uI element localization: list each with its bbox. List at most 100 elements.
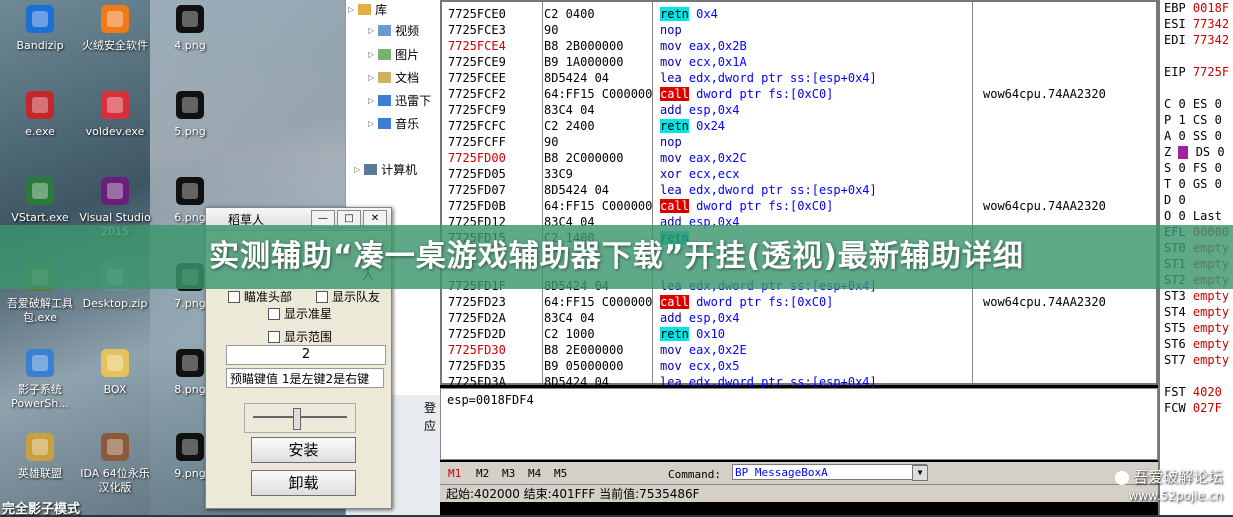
desktop-icon[interactable]: voldev.exe — [75, 88, 155, 139]
code-line[interactable]: 7725FCEE 8D5424 04 lea edx,dword ptr ss:[e… — [448, 70, 1148, 86]
code-line[interactable]: 7725FCF2 64:FF15 C000000 call dword ptr fs… — [448, 86, 1148, 102]
code-operands: ecx,0x1A — [681, 55, 747, 69]
code-line[interactable]: 7725FD07 8D5424 04 lea edx,dword ptr ss:[e… — [448, 182, 1148, 198]
code-line[interactable]: 7725FCE4 B8 2B000000 mov eax,0x2B — [448, 38, 1148, 54]
code-line[interactable]: 7725FD00 B8 2C000000 mov eax,0x2C — [448, 150, 1148, 166]
code-line[interactable]: 7725FCE0 C2 0400 retn 0x4 — [448, 6, 1148, 22]
value-field[interactable]: 2 — [226, 345, 386, 365]
desktop-icon[interactable]: BOX — [75, 346, 155, 397]
register-row[interactable]: T 0 GS 0 — [1164, 176, 1222, 192]
code-line[interactable]: 7725FD05 33C9 xor ecx,ecx — [448, 166, 1148, 182]
code-mnemonic: mov — [660, 359, 682, 373]
code-operands: eax,0x2C — [681, 151, 747, 165]
desktop-icon[interactable]: 火绒安全软件 — [75, 2, 155, 53]
register-row[interactable]: O 0 Last — [1164, 208, 1222, 224]
register-row[interactable]: C 0 ES 0 — [1164, 96, 1222, 112]
code-line[interactable]: 7725FCE9 B9 1A000000 mov ecx,0x1A — [448, 54, 1148, 70]
tab-m2[interactable]: M2 — [476, 467, 489, 480]
desktop-icon[interactable]: e.exe — [0, 88, 80, 139]
register-name: A 0 — [1164, 129, 1186, 143]
code-line[interactable]: 7725FD0B 64:FF15 C000000 call dword ptr fs… — [448, 198, 1148, 214]
register-row[interactable]: EDI 77342 — [1164, 32, 1229, 48]
code-operands: eax,0x2E — [681, 343, 747, 357]
tab-m1[interactable]: M1 — [448, 467, 461, 480]
code-hex: C2 2400 — [544, 119, 595, 133]
explorer-item[interactable]: ▷ 计算机 — [354, 161, 417, 178]
register-row[interactable]: S 0 FS 0 — [1164, 160, 1222, 176]
desktop-icon[interactable]: 影子系统 PowerSh... — [0, 346, 80, 411]
register-row[interactable]: ST6 empty — [1164, 336, 1229, 352]
slider-thumb[interactable] — [293, 408, 301, 430]
code-mnemonic: mov — [660, 343, 682, 357]
explorer-item[interactable]: ▷ 视频 — [368, 22, 419, 39]
register-name: S 0 — [1164, 161, 1186, 175]
code-line[interactable]: 7725FCFC C2 2400 retn 0x24 — [448, 118, 1148, 134]
desktop-icon[interactable]: 5.png — [150, 88, 230, 139]
code-line[interactable]: 7725FCFF 90 nop — [448, 134, 1148, 150]
install-button[interactable]: 安装 — [251, 437, 356, 463]
command-input[interactable]: BP MessageBoxA — [732, 464, 927, 480]
command-bar: M1 M2 M3 M4 M5 Command: BP MessageBoxA ▼ — [440, 462, 1158, 484]
code-hex: B9 1A000000 — [544, 55, 624, 69]
title-banner: 实测辅助“凑一桌游戏辅助器下载”开挂(透视)最新辅助详细 — [0, 225, 1233, 289]
code-line[interactable]: 7725FD2A 83C4 04 add esp,0x4 — [448, 310, 1148, 326]
register-row[interactable]: EIP 7725F — [1164, 64, 1229, 80]
code-operands: edx,dword ptr ss:[esp+0x4] — [681, 71, 877, 85]
register-row[interactable]: ST5 empty — [1164, 320, 1229, 336]
code-mnemonic: call — [660, 87, 689, 101]
aim-head-checkbox[interactable]: 瞄准头部 — [228, 288, 292, 305]
app-icon — [98, 346, 132, 380]
register-row[interactable]: EBP 0018F — [1164, 0, 1229, 16]
code-mnemonic: retn — [660, 327, 689, 341]
code-operands: eax,0x2B — [681, 39, 747, 53]
explorer-item[interactable]: ▷ 迅雷下 — [368, 92, 431, 109]
code-line[interactable]: 7725FD30 B8 2E000000 mov eax,0x2E — [448, 342, 1148, 358]
register-row[interactable]: Z DS 0 — [1164, 144, 1225, 160]
desktop-icon[interactable]: VStart.exe — [0, 174, 80, 225]
range-slider[interactable] — [244, 403, 356, 433]
desktop-icon-label: 吾爱破解工具包.exe — [7, 297, 73, 324]
register-row[interactable]: FCW 027F — [1164, 400, 1222, 416]
register-row[interactable]: ST4 empty — [1164, 304, 1229, 320]
desktop-icon[interactable]: Bandizip — [0, 2, 80, 53]
register-row[interactable]: ST3 empty — [1164, 288, 1229, 304]
register-name: FST — [1164, 385, 1186, 399]
tab-m3[interactable]: M3 — [502, 467, 515, 480]
show-range-checkbox[interactable]: 显示范围 — [268, 328, 332, 345]
explorer-item[interactable]: ▷ 图片 — [368, 46, 419, 63]
explorer-item[interactable]: ▷ 库 — [348, 1, 387, 18]
code-line[interactable]: 7725FD35 B9 05000000 mov ecx,0x5 — [448, 358, 1148, 374]
code-line[interactable]: 7725FCF9 83C4 04 add esp,0x4 — [448, 102, 1148, 118]
register-value: empty — [1192, 337, 1230, 351]
show-star-checkbox[interactable]: 显示准星 — [268, 305, 332, 322]
explorer-item[interactable]: ▷ 音乐 — [368, 115, 419, 132]
desktop-icon-label: Bandizip — [16, 39, 64, 52]
explorer-item[interactable]: ▷ 文档 — [368, 69, 419, 86]
desktop-icon[interactable]: 4.png — [150, 2, 230, 53]
tab-m4[interactable]: M4 — [528, 467, 541, 480]
register-name: EIP — [1164, 65, 1186, 79]
explorer-item-label: 库 — [375, 3, 388, 17]
checkbox-icon — [228, 290, 240, 303]
show-team-checkbox[interactable]: 显示队友 — [316, 288, 380, 305]
tab-m5[interactable]: M5 — [554, 467, 567, 480]
code-line[interactable]: 7725FD2D C2 1000 retn 0x10 — [448, 326, 1148, 342]
code-operands: esp,0x4 — [681, 311, 740, 325]
register-row[interactable]: FST 4020 — [1164, 384, 1222, 400]
register-row[interactable]: ESI 77342 — [1164, 16, 1229, 32]
register-row[interactable]: P 1 CS 0 — [1164, 112, 1222, 128]
desktop-icon[interactable]: IDA 64位永乐汉化版 — [75, 430, 155, 495]
register-row[interactable]: D 0 — [1164, 192, 1186, 208]
code-line[interactable]: 7725FD23 64:FF15 C000000 call dword ptr fs… — [448, 294, 1148, 310]
register-row[interactable]: ST7 empty — [1164, 352, 1229, 368]
desktop-icon[interactable]: 英雄联盟 — [0, 430, 80, 481]
chevron-down-icon[interactable]: ▼ — [912, 465, 928, 481]
code-line[interactable]: 7725FCE3 90 nop — [448, 22, 1148, 38]
code-operands: ecx,0x5 — [681, 359, 740, 373]
code-mnemonic: retn — [660, 119, 689, 133]
register-name: ST6 — [1164, 337, 1186, 351]
register-row[interactable]: A 0 SS 0 — [1164, 128, 1222, 144]
disassembly-pane[interactable]: 7725FCE0 C2 0400 retn 0x4 7725FCE3 90 nop 7725… — [440, 0, 1158, 389]
uninstall-button[interactable]: 卸载 — [251, 470, 356, 496]
hint-field[interactable]: 预瞄键值 1是左键2是右键 — [226, 368, 384, 388]
